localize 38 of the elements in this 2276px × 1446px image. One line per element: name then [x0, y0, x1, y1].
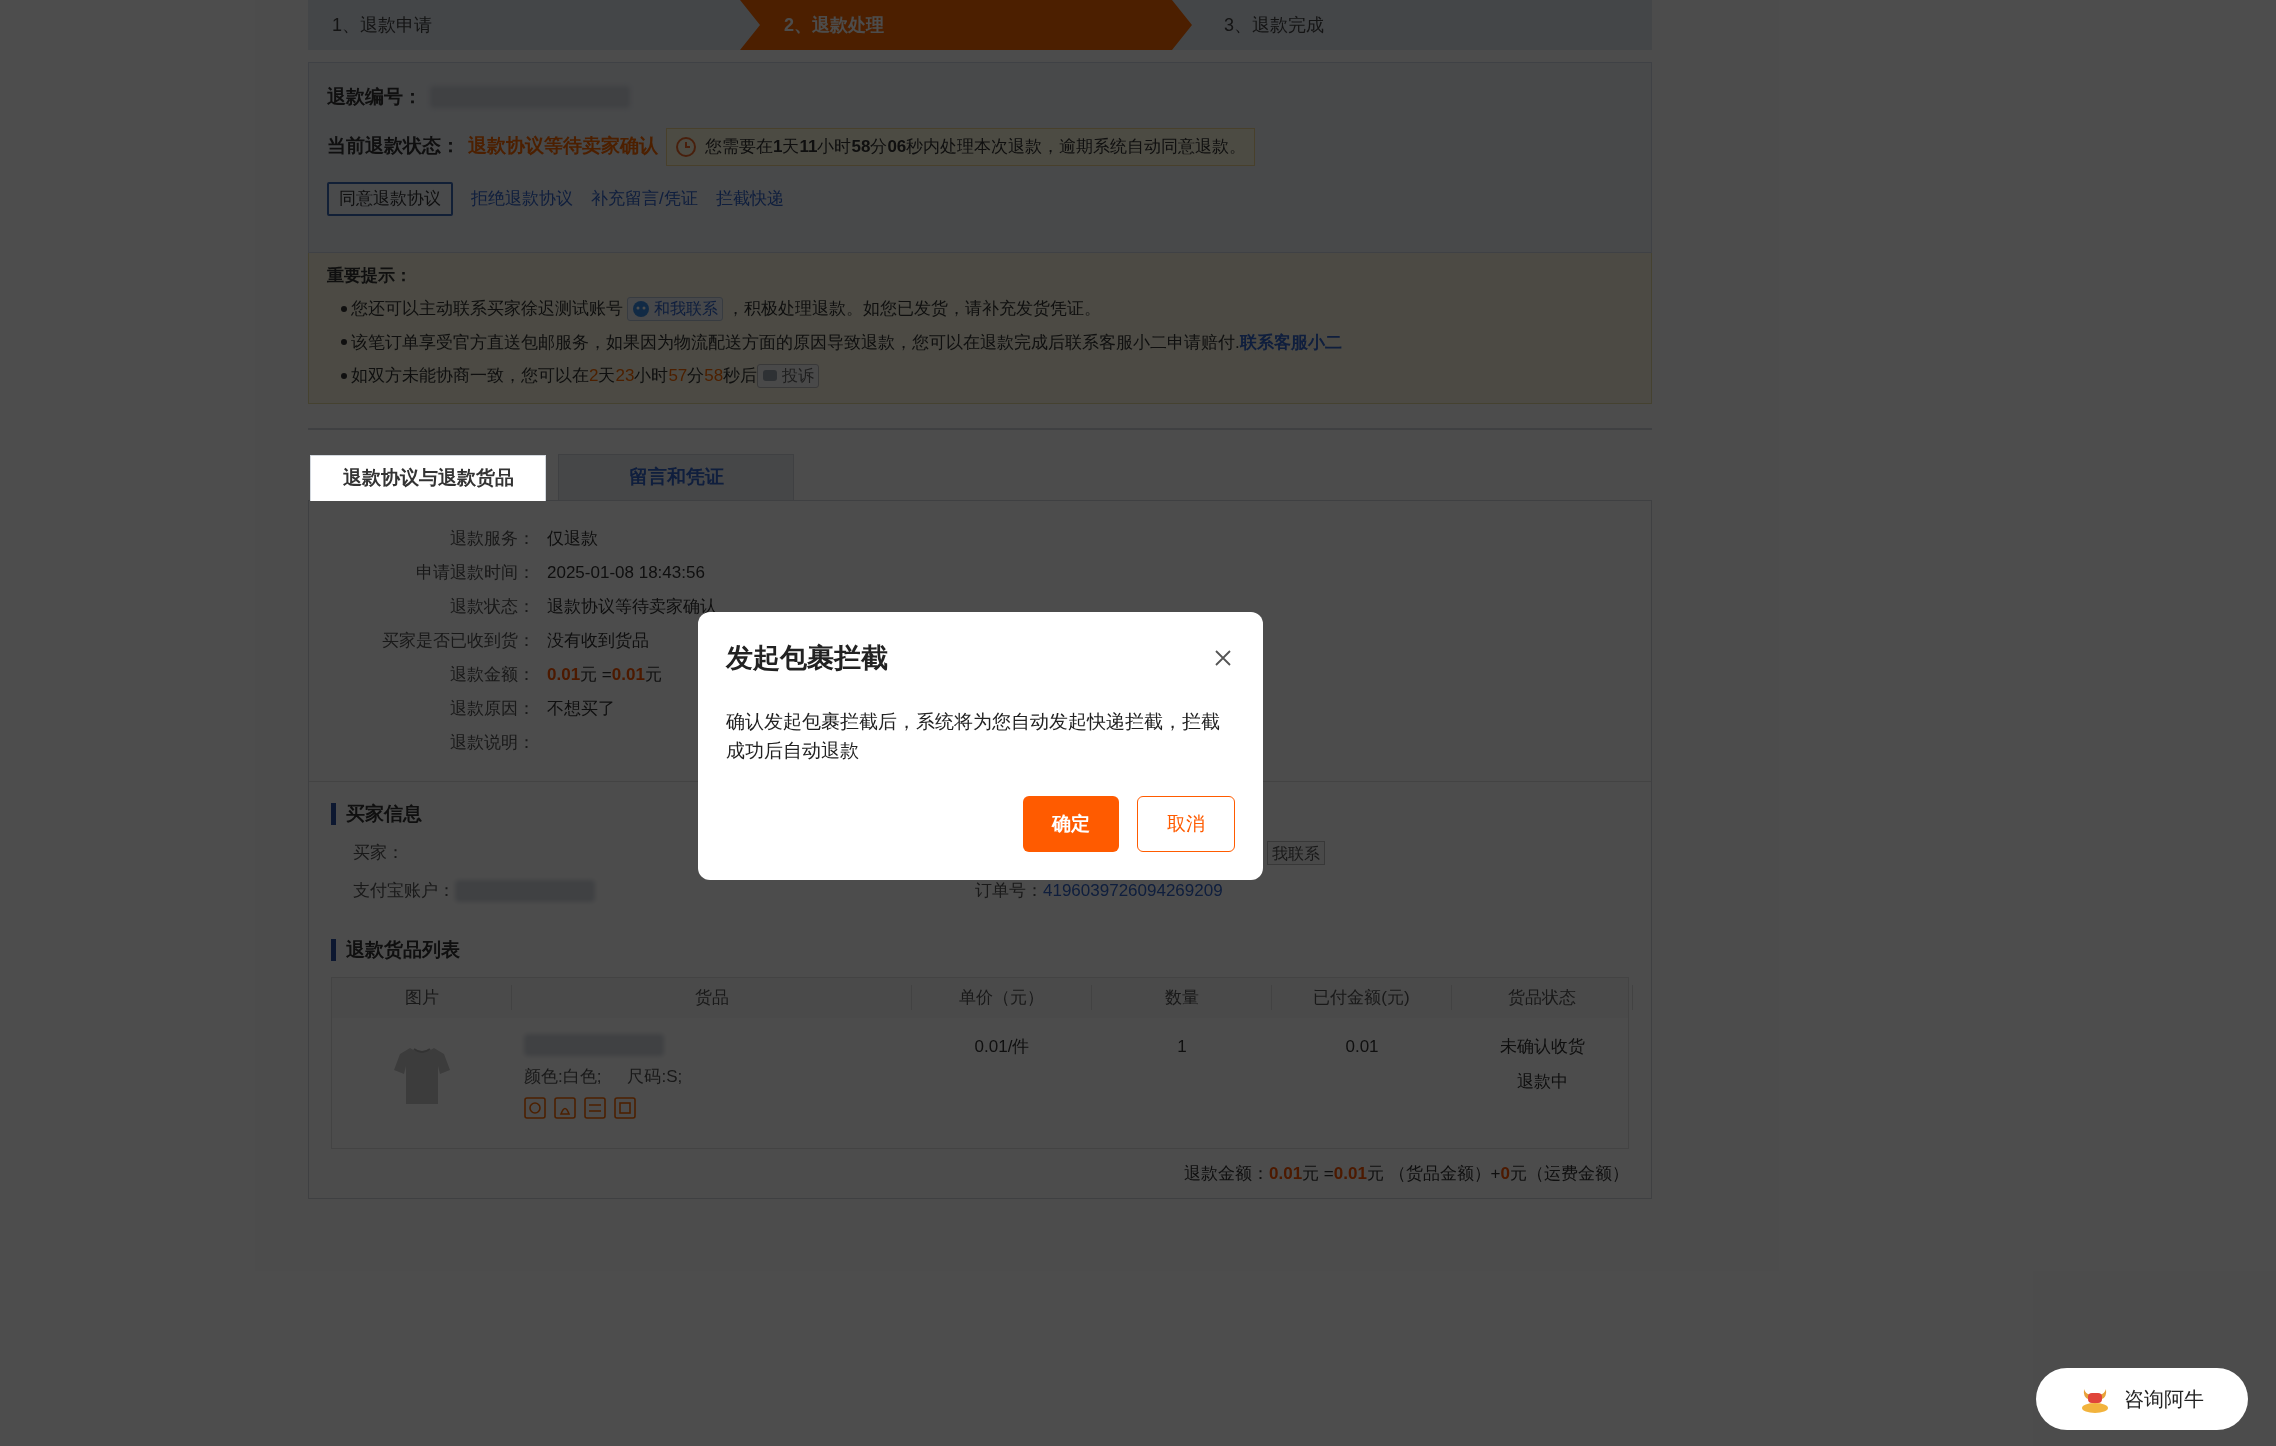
status-label: 当前退款状态：	[327, 134, 460, 159]
customer-service-link[interactable]: 联系客服小二	[1239, 329, 1342, 355]
detail-value: 仅退款	[547, 528, 598, 548]
dialog-title: 发起包裹拦截	[726, 642, 888, 675]
tip-text: 天	[598, 365, 616, 387]
countdown-number: 23	[615, 365, 635, 387]
tip-text: 该笔订单享受官方直送包邮服务，如果因为物流配送方面的原因导致退款，您可以在退款完成后联系客服小二申请赔付.	[351, 331, 1240, 354]
tip-text: 小时	[634, 365, 669, 387]
section-title: 买家信息	[346, 801, 422, 826]
tip-text: ，积极处理退款。如您已发货，请补充发货凭证。	[727, 298, 1101, 320]
tips-title: 重要提示：	[327, 264, 413, 287]
table-cell-text: 1	[1176, 1035, 1188, 1058]
confirm-button[interactable]: 确定	[1023, 796, 1119, 852]
tab[interactable]: 退款协议与退款货品	[310, 454, 546, 501]
deadline-text: 您需要在1天11小时58分06秒内处理本次退款，逾期系统自动同意退款。	[705, 135, 1247, 158]
section-title: 退款货品列表	[346, 938, 460, 962]
detail-value: 2025-01-08 18:43:56	[547, 562, 705, 582]
goods-status: 未确认收货	[1500, 1035, 1585, 1058]
tip-text: 您还可以主动联系买家徐迟测试账号	[351, 298, 623, 320]
tip-text: 分	[687, 365, 705, 387]
tip-text: 如双方未能协商一致，您可以在	[351, 365, 589, 387]
status-value: 退款协议等待卖家确认	[468, 134, 658, 159]
goods-status: 退款中	[1517, 1071, 1568, 1093]
cancel-button[interactable]: 取消	[1137, 796, 1235, 852]
countdown-number: 58	[704, 365, 724, 387]
refund-number-label: 退款编号：	[327, 85, 422, 109]
chat-button[interactable]: 咨询阿牛	[2036, 1368, 2248, 1430]
table-cell-text: 0.01/件	[973, 1035, 1031, 1058]
countdown-number: 57	[668, 365, 688, 387]
tip-text: 秒后	[723, 365, 758, 387]
dialog-message: 确认发起包裹拦截后，系统将为您自动发起快递拦截，拦截成功后自动退款	[726, 709, 1221, 763]
detail-value: 没有收到货品	[547, 630, 649, 650]
close-icon	[1214, 649, 1232, 668]
countdown-number: 2	[589, 365, 599, 387]
detail-value: 不想买了	[547, 698, 615, 718]
refund-total: 退款金额：0.01元 =0.01元 （货品金额）+0元（运费金额）	[1184, 1162, 1629, 1185]
detail-value: 0.01元 =0.01元	[547, 664, 662, 684]
table-cell-text: 0.01	[1344, 1035, 1380, 1058]
